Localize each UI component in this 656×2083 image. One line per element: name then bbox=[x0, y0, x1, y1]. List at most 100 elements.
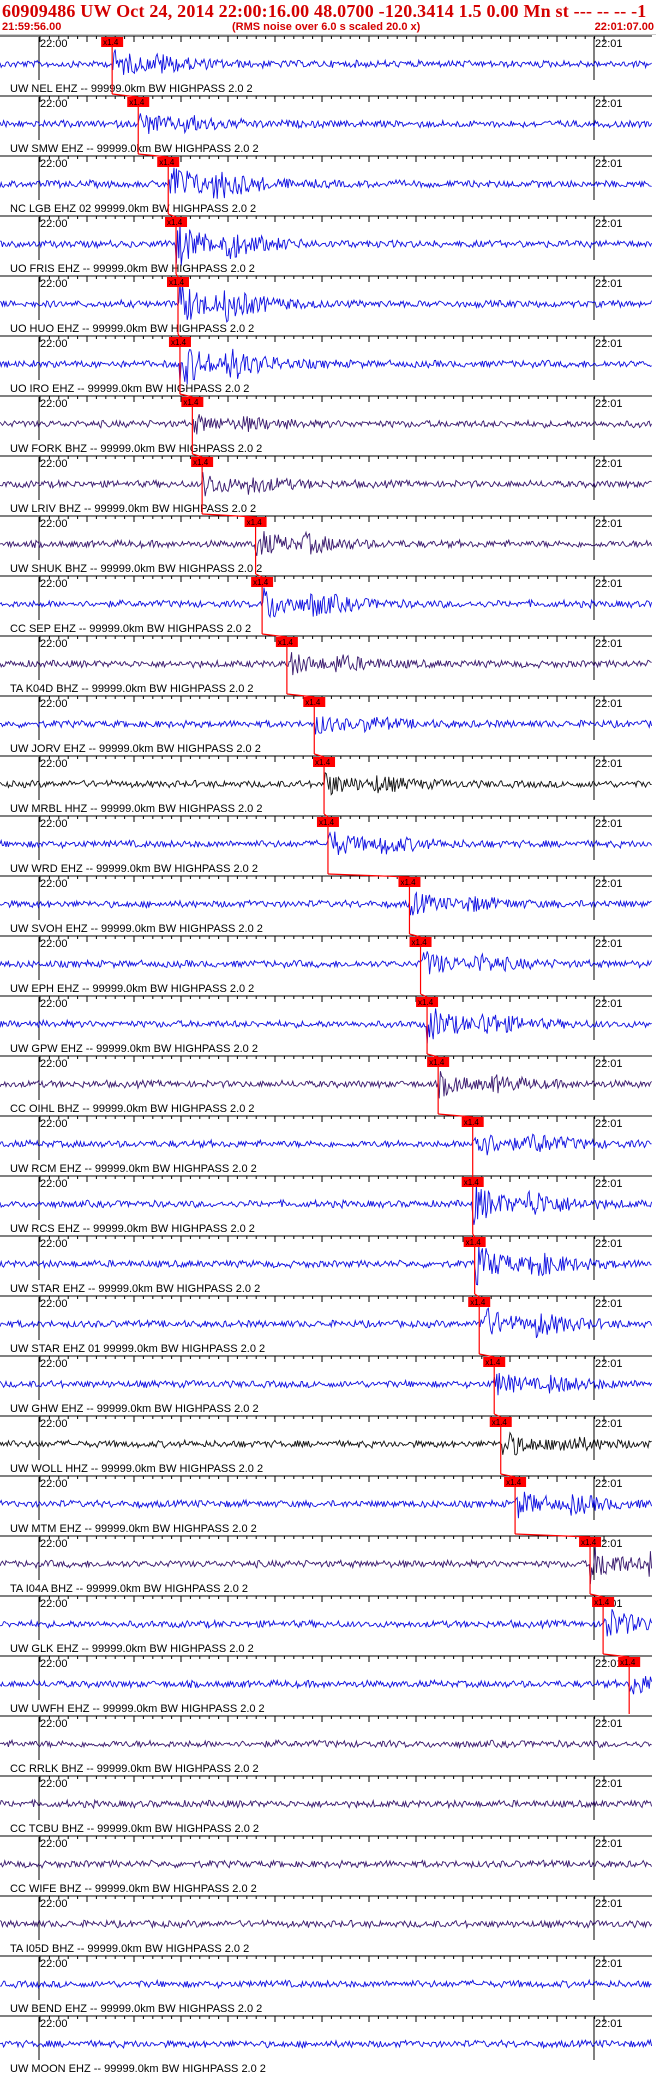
trace-row: 22:00 22:01 CC RRLK BHZ -- 99999.0km BW HI… bbox=[0, 1715, 652, 1775]
minute-label-end: 22:01 bbox=[595, 1358, 623, 1370]
minute-label-end: 22:01 bbox=[595, 818, 623, 830]
pick-label: x1.4 bbox=[253, 578, 269, 587]
end-time: 22:01:07.00 bbox=[594, 21, 654, 33]
minute-label-end: 22:01 bbox=[595, 1178, 623, 1190]
waveform-trace bbox=[0, 1245, 652, 1286]
minute-label-start: 22:00 bbox=[40, 1418, 68, 1430]
minute-label-start: 22:00 bbox=[40, 638, 68, 650]
waveform-trace bbox=[0, 1008, 652, 1044]
minute-label-end: 22:01 bbox=[595, 998, 623, 1010]
trace-row: 22:00 22:01 UW RCS EHZ -- 99999.0km BW HIG… bbox=[0, 1174, 653, 1235]
waveform-trace bbox=[0, 587, 653, 619]
trace-row: 22:00 22:01 CC SEP EHZ -- 99999.0km BW HIG… bbox=[0, 573, 653, 635]
minute-label-start: 22:00 bbox=[40, 578, 68, 590]
waveform-trace bbox=[0, 1978, 652, 1990]
pick-label: x1.4 bbox=[464, 1178, 480, 1187]
minute-label-end: 22:01 bbox=[595, 1058, 623, 1070]
waveform-trace bbox=[0, 348, 652, 385]
waveform-trace bbox=[0, 652, 652, 676]
minute-label-start: 22:00 bbox=[40, 458, 68, 470]
start-time: 21:59:56.00 bbox=[2, 21, 62, 33]
trace-row: 22:00 22:01 NC LGB EHZ 02 99999.0km BW HIG… bbox=[0, 153, 652, 215]
pick-label: x1.4 bbox=[129, 98, 145, 107]
trace-row: 22:00 22:01 UW GHW EHZ -- 99999.0km BW HIG… bbox=[0, 1353, 653, 1415]
pick-label: x1.4 bbox=[183, 398, 199, 407]
pick-label: x1.4 bbox=[193, 458, 209, 467]
station-label: CC RRLK BHZ -- 99999.0km BW HIGHPASS 2.0… bbox=[10, 1763, 259, 1775]
waveform-trace bbox=[0, 831, 652, 856]
station-label: UW EPH EHZ -- 99999.0km BW HIGHPASS 2.0 … bbox=[10, 983, 254, 995]
minute-label-start: 22:00 bbox=[40, 998, 68, 1010]
pick-label: x1.4 bbox=[171, 338, 187, 347]
station-label: TA I05D BHZ -- 99999.0km BW HIGHPASS 2.0… bbox=[10, 1943, 249, 1955]
trace-row: 22:00 22:01 UO FRIS EHZ -- 99999.0km BW HI… bbox=[0, 213, 653, 275]
station-label: UW SHUK BHZ -- 99999.0km BW HIGHPASS 2.0… bbox=[10, 563, 262, 575]
station-label: UO FRIS EHZ -- 99999.0km BW HIGHPASS 2.0… bbox=[10, 263, 255, 275]
seismogram-plot: 22:00 22:01 UW NEL EHZ -- 99999.0km BW HIG… bbox=[0, 34, 656, 2083]
trace-row: 22:00 22:01 TA I05D BHZ -- 99999.0km BW HI… bbox=[0, 1895, 652, 1955]
moveout-line bbox=[472, 1233, 476, 1238]
minute-label-end: 22:01 bbox=[595, 278, 623, 290]
station-label: TA K04D BHZ -- 99999.0km BW HIGHPASS 2.0… bbox=[10, 683, 254, 695]
station-label: UW MTM EHZ -- 99999.0km BW HIGHPASS 2.0 … bbox=[10, 1523, 257, 1535]
minute-label-start: 22:00 bbox=[40, 698, 68, 710]
waveform-trace bbox=[0, 1609, 653, 1637]
pick-label: x1.4 bbox=[315, 758, 331, 767]
waveform-trace bbox=[0, 530, 653, 557]
waveform-trace bbox=[0, 1858, 652, 1869]
minute-label-end: 22:01 bbox=[595, 338, 623, 350]
waveform-trace bbox=[0, 891, 652, 916]
minute-label-start: 22:00 bbox=[40, 518, 68, 530]
minute-label-end: 22:01 bbox=[595, 1478, 623, 1490]
station-label: UW WRD EHZ -- 99999.0km BW HIGHPASS 2.0 … bbox=[10, 863, 258, 875]
waveform-trace bbox=[0, 1307, 653, 1339]
minute-label-end: 22:01 bbox=[595, 158, 623, 170]
pick-label: x1.4 bbox=[412, 938, 428, 947]
station-label: UW STAR EHZ 01 99999.0km BW HIGHPASS 2.0… bbox=[10, 1343, 265, 1355]
minute-label-start: 22:00 bbox=[40, 338, 68, 350]
trace-row: 22:00 22:01 CC TCBU BHZ -- 99999.0km BW HI… bbox=[0, 1775, 653, 1835]
waveform-trace bbox=[0, 716, 653, 735]
pick-label: x1.4 bbox=[466, 1238, 482, 1247]
pick-label: x1.4 bbox=[103, 38, 119, 47]
minute-label-end: 22:01 bbox=[595, 1298, 623, 1310]
trace-row: 22:00 22:01 UW STAR EHZ 01 99999.0km BW HI… bbox=[0, 1293, 653, 1355]
trace-row: 22:00 22:01 UW MTM EHZ -- 99999.0km BW HIG… bbox=[0, 1473, 653, 1535]
station-label: UW LRIV BHZ -- 99999.0km BW HIGHPASS 2.0… bbox=[10, 503, 256, 515]
station-label: UW WOLL HHZ -- 99999.0km BW HIGHPASS 2.0… bbox=[10, 1463, 263, 1475]
waveform-trace bbox=[0, 414, 652, 435]
minute-label-end: 22:01 bbox=[595, 1838, 623, 1850]
minute-label-end: 22:01 bbox=[595, 1958, 623, 1970]
trace-row: 22:00 22:01 UW BEND EHZ -- 99999.0km BW HI… bbox=[0, 1955, 652, 2015]
minute-label-start: 22:00 bbox=[40, 818, 68, 830]
minute-label-end: 22:01 bbox=[595, 1238, 623, 1250]
waveform-trace bbox=[0, 1183, 653, 1225]
pick-label: x1.4 bbox=[278, 638, 294, 647]
trace-row: 22:00 22:01 UW FORK BHZ -- 99999.0km BW HI… bbox=[0, 393, 652, 455]
pick-label: x1.4 bbox=[470, 1298, 486, 1307]
trace-row: 22:00 22:01 UO HUO EHZ -- 99999.0km BW HIG… bbox=[0, 273, 653, 335]
station-label: UW MOON EHZ -- 99999.0km BW HIGHPASS 2.0… bbox=[10, 2063, 266, 2075]
station-label: UW SMW EHZ -- 99999.0km BW HIGHPASS 2.0 … bbox=[10, 143, 259, 155]
waveform-trace bbox=[0, 2038, 653, 2050]
pick-label: x1.4 bbox=[485, 1358, 501, 1367]
waveform-trace bbox=[0, 951, 653, 975]
trace-row: 22:00 22:01 UW STAR EHZ -- 99999.0km BW HI… bbox=[0, 1233, 652, 1295]
pick-label: x1.4 bbox=[159, 158, 175, 167]
pick-label: x1.4 bbox=[492, 1418, 508, 1427]
station-label: UW RCM EHZ -- 99999.0km BW HIGHPASS 2.0 … bbox=[10, 1163, 257, 1175]
station-label: UW NEL EHZ -- 99999.0km BW HIGHPASS 2.0 … bbox=[10, 83, 253, 95]
minute-label-start: 22:00 bbox=[40, 2018, 68, 2030]
station-label: CC TCBU BHZ -- 99999.0km BW HIGHPASS 2.0… bbox=[10, 1823, 259, 1835]
waveform-trace bbox=[0, 472, 652, 497]
station-label: UW GLK EHZ -- 99999.0km BW HIGHPASS 2.0 … bbox=[10, 1643, 254, 1655]
station-label: UO HUO EHZ -- 99999.0km BW HIGHPASS 2.0 … bbox=[10, 323, 254, 335]
waveform-trace bbox=[0, 49, 652, 75]
pick-label: x1.4 bbox=[581, 1538, 597, 1547]
station-label: UW STAR EHZ -- 99999.0km BW HIGHPASS 2.0… bbox=[10, 1283, 260, 1295]
minute-label-start: 22:00 bbox=[40, 1598, 68, 1610]
station-label: UW UWFH EHZ -- 99999.0km BW HIGHPASS 2.0… bbox=[10, 1703, 265, 1715]
minute-label-start: 22:00 bbox=[40, 1838, 68, 1850]
trace-row: 22:0022:01UW GLK EHZ -- 99999.0km BW HIG… bbox=[0, 1593, 653, 1655]
pick-label: x1.4 bbox=[400, 878, 416, 887]
